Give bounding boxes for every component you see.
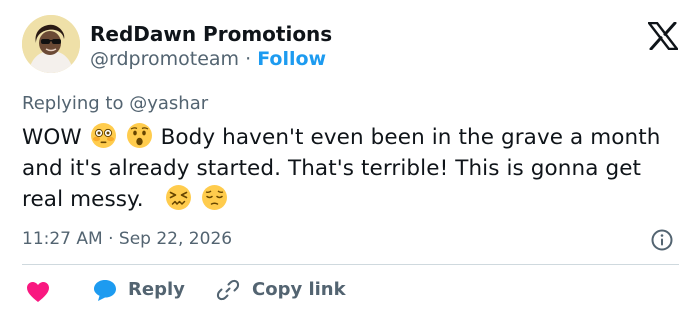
timestamp-separator: · [108,229,114,249]
divider [22,264,679,265]
reply-handle[interactable]: @yashar [129,93,208,114]
reply-button[interactable]: Reply [92,276,185,304]
tweet-timestamp[interactable]: 11:27 AM · Sep 22, 2026 [22,227,232,251]
reply-prefix: Replying to [22,93,124,114]
like-button[interactable] [26,281,50,303]
tweet-text: WOW Body haven't even been in the grave … [22,122,682,215]
action-bar: Reply Copy link [22,276,682,306]
info-icon[interactable] [650,228,674,252]
author-handle[interactable]: @rdpromoteam [90,48,239,70]
pensive-face-emoji-icon [201,184,228,211]
copy-link-button[interactable]: Copy link [216,276,346,304]
flushed-face-emoji-icon [90,122,117,149]
confounded-face-emoji-icon [165,184,192,211]
tweet-text-part1: WOW [22,125,82,150]
tweet-date: Sep 22, 2026 [118,229,233,249]
copy-link-label: Copy link [252,279,346,300]
x-logo-icon[interactable] [647,21,679,51]
reply-bubble-icon [94,280,116,301]
reply-label: Reply [128,279,185,300]
heart-icon [27,282,49,302]
avatar[interactable] [22,15,80,73]
reply-context: Replying to @yashar [22,92,208,116]
astonished-face-emoji-icon [126,122,153,149]
handle-separator: · [245,48,252,70]
author-name[interactable]: RedDawn Promotions [90,22,332,46]
link-icon [216,279,240,301]
tweet-text-part2: Body haven't even been in the grave a mo… [22,125,661,212]
follow-button[interactable]: Follow [257,48,326,70]
tweet-time: 11:27 AM [22,229,103,249]
author-handle-row: @rdpromoteam · Follow [90,47,326,71]
